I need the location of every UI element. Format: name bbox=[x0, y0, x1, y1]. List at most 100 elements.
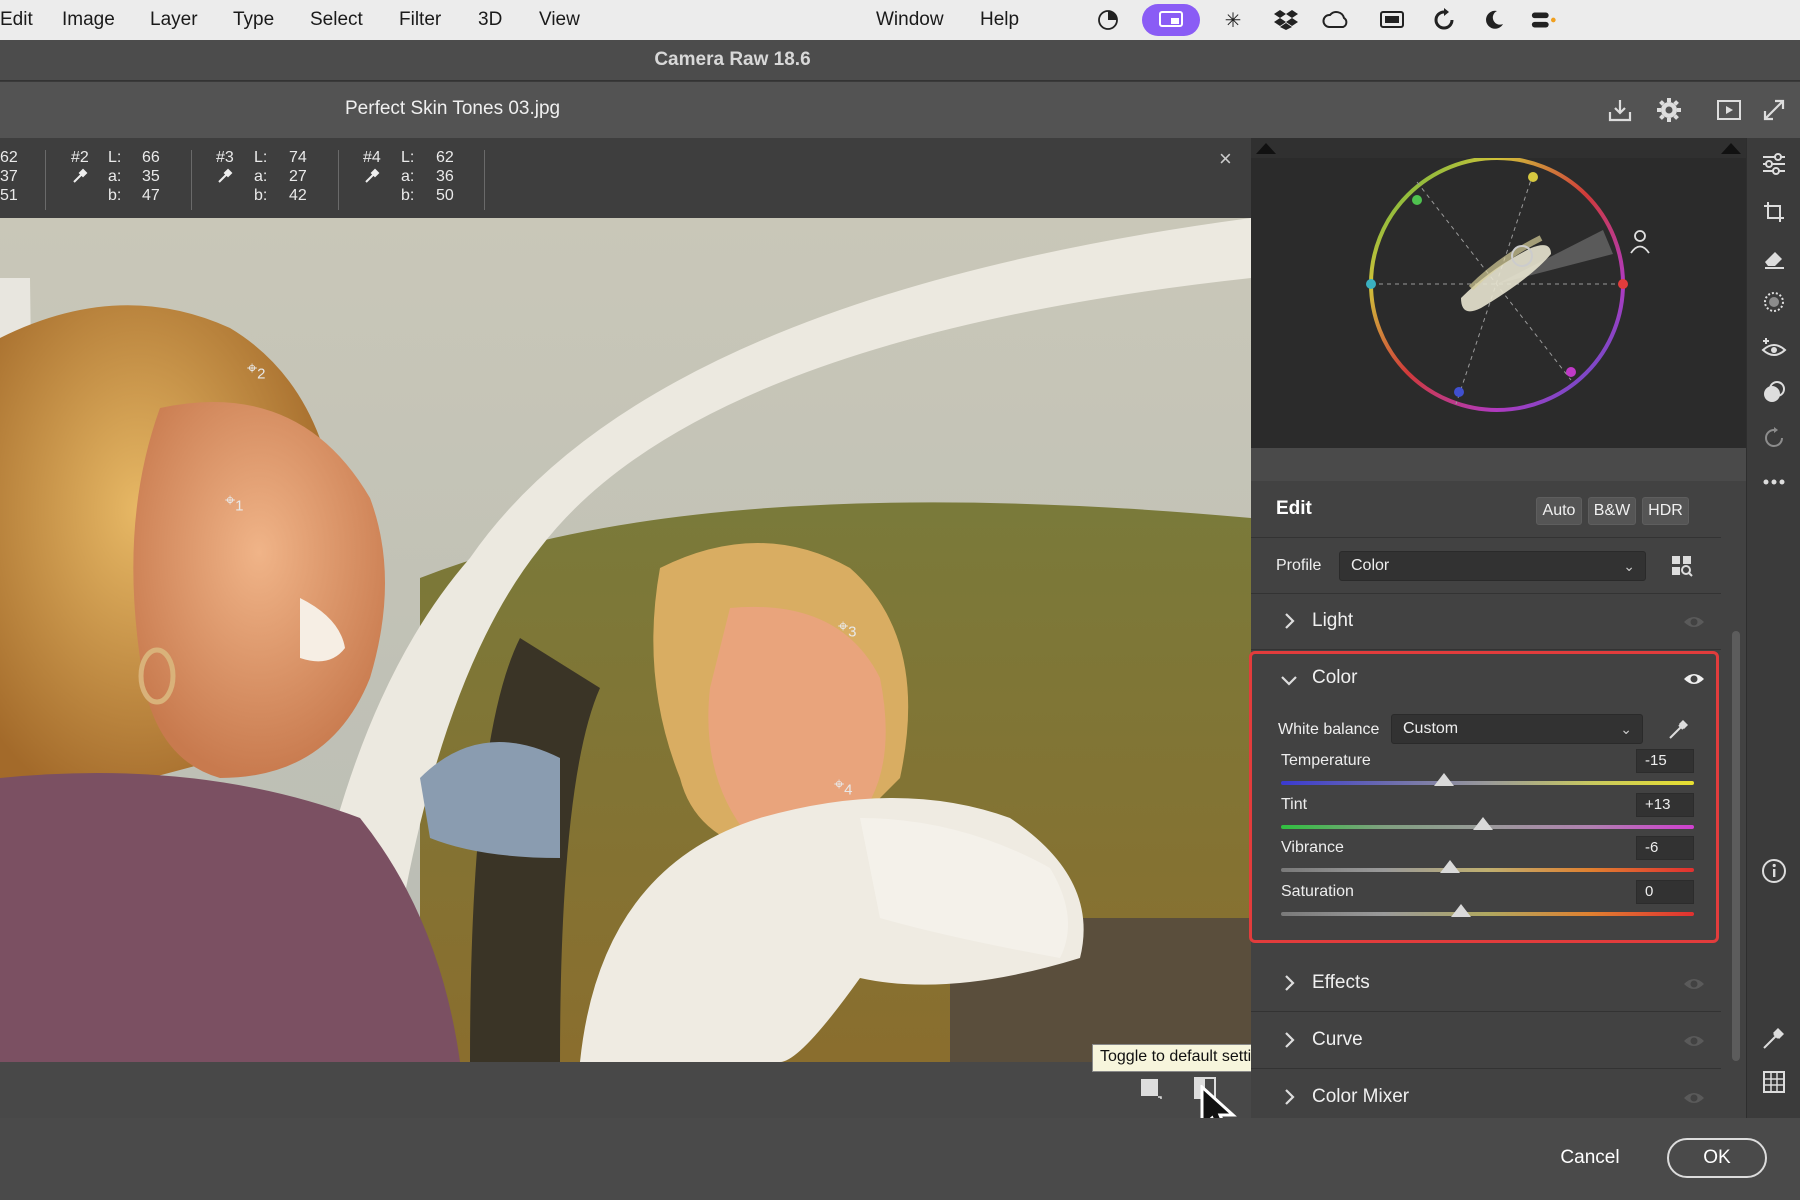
menu-filter[interactable]: Filter bbox=[399, 9, 441, 31]
more-options-icon[interactable] bbox=[1760, 468, 1788, 496]
readout-label: a: bbox=[401, 168, 415, 185]
readout-labels: L: a: b: bbox=[401, 148, 414, 205]
bw-button[interactable]: B&W bbox=[1588, 497, 1636, 525]
menu-type[interactable]: Type bbox=[233, 9, 274, 31]
menu-help[interactable]: Help bbox=[980, 9, 1019, 31]
section-curve[interactable]: Curve bbox=[1251, 1013, 1721, 1069]
eyedropper-icon[interactable] bbox=[71, 167, 89, 190]
slider-track-temperature[interactable] bbox=[1281, 781, 1694, 785]
section-color[interactable]: Color bbox=[1251, 651, 1721, 707]
file-name: Perfect Skin Tones 03.jpg bbox=[345, 98, 561, 119]
fullscreen-icon[interactable] bbox=[1758, 94, 1790, 126]
eyedropper-icon[interactable] bbox=[216, 167, 234, 190]
readout-values: 62 36 50 bbox=[436, 148, 454, 205]
highlight-clipping-icon[interactable] bbox=[1720, 142, 1742, 158]
slider-track-vibrance[interactable] bbox=[1281, 868, 1694, 872]
panel-scrollbar[interactable] bbox=[1732, 631, 1740, 1061]
readout-values: 66 35 47 bbox=[142, 148, 160, 205]
slider-value-temperature[interactable]: -15 bbox=[1636, 749, 1694, 773]
slider-value-tint[interactable]: +13 bbox=[1636, 793, 1694, 817]
readout-label: b: bbox=[254, 187, 268, 204]
slider-track-saturation[interactable] bbox=[1281, 912, 1694, 916]
grid-overlay-icon[interactable] bbox=[1760, 1068, 1788, 1096]
filmstrip-toggle-icon[interactable] bbox=[1713, 94, 1745, 126]
image-preview[interactable]: ⌖2 ⌖1 ⌖3 ⌖4 bbox=[0, 218, 1251, 1062]
visibility-eye-icon[interactable] bbox=[1683, 669, 1705, 689]
sampler-marker-3[interactable]: ⌖3 bbox=[838, 616, 856, 641]
eyedropper-icon[interactable] bbox=[363, 167, 381, 190]
close-readouts-icon[interactable]: × bbox=[1219, 146, 1232, 172]
visibility-eye-icon[interactable] bbox=[1683, 974, 1705, 994]
section-label: Color bbox=[1312, 667, 1358, 688]
visibility-eye-icon[interactable] bbox=[1683, 1031, 1705, 1051]
menu-3d[interactable]: 3D bbox=[478, 9, 502, 31]
section-label: Color Mixer bbox=[1312, 1086, 1410, 1107]
edit-sliders-icon[interactable] bbox=[1760, 150, 1788, 178]
eraser-icon[interactable] bbox=[1760, 244, 1788, 272]
shadow-clipping-icon[interactable] bbox=[1255, 142, 1277, 158]
menu-edit[interactable]: Edit bbox=[0, 9, 33, 31]
sampler-marker-number: 3 bbox=[848, 623, 857, 641]
masking-icon[interactable] bbox=[1760, 288, 1788, 316]
visibility-eye-icon[interactable] bbox=[1683, 1088, 1705, 1108]
control-center-icon[interactable] bbox=[1530, 7, 1558, 33]
cancel-button[interactable]: Cancel bbox=[1540, 1138, 1640, 1178]
crop-icon[interactable] bbox=[1760, 198, 1788, 226]
slider-thumb-vibrance[interactable] bbox=[1440, 860, 1461, 873]
color-sampler-readouts: 62 37 51 #2 L: a: b: 66 35 47 #3 L: a: b… bbox=[0, 138, 1251, 218]
white-balance-eyedropper-icon[interactable] bbox=[1667, 717, 1691, 741]
sampler-readout-2: #2 bbox=[71, 148, 89, 190]
creative-cloud-icon[interactable] bbox=[1322, 7, 1350, 33]
sampler-marker-1[interactable]: ⌖1 bbox=[225, 490, 243, 515]
profile-label: Profile bbox=[1276, 557, 1322, 574]
slider-label-temperature: Temperature bbox=[1281, 752, 1371, 769]
slider-label-vibrance: Vibrance bbox=[1281, 839, 1344, 856]
single-view-icon[interactable] bbox=[1140, 1078, 1162, 1100]
presets-icon[interactable] bbox=[1760, 378, 1788, 406]
hdr-button[interactable]: HDR bbox=[1642, 497, 1689, 525]
sampler-marker-2[interactable]: ⌖2 bbox=[247, 358, 265, 383]
profile-select[interactable]: Color ⌄ bbox=[1339, 551, 1646, 581]
menu-layer[interactable]: Layer bbox=[150, 9, 198, 31]
color-wheel-icon[interactable] bbox=[1094, 7, 1122, 33]
menu-window[interactable]: Window bbox=[876, 9, 944, 31]
menu-view[interactable]: View bbox=[539, 9, 580, 31]
screen-share-icon[interactable] bbox=[1142, 4, 1200, 36]
dropbox-icon[interactable] bbox=[1272, 7, 1300, 33]
red-eye-icon[interactable] bbox=[1760, 334, 1788, 362]
sparkle-icon[interactable]: ✳ bbox=[1219, 7, 1247, 33]
menu-image[interactable]: Image bbox=[62, 9, 115, 31]
slider-thumb-tint[interactable] bbox=[1473, 817, 1494, 830]
scope-footer bbox=[1251, 448, 1746, 481]
visibility-eye-icon[interactable] bbox=[1683, 612, 1705, 632]
slider-thumb-saturation[interactable] bbox=[1451, 904, 1472, 917]
display-icon[interactable] bbox=[1378, 7, 1406, 33]
sampler-readout-partial: 62 37 51 bbox=[0, 148, 18, 205]
slider-value-saturation[interactable]: 0 bbox=[1636, 880, 1694, 904]
sampler-marker-4[interactable]: ⌖4 bbox=[834, 774, 852, 799]
info-icon[interactable] bbox=[1760, 857, 1788, 885]
profile-browser-icon[interactable] bbox=[1671, 555, 1693, 577]
auto-button[interactable]: Auto bbox=[1536, 497, 1582, 525]
section-light[interactable]: Light bbox=[1251, 594, 1721, 650]
dialog-footer: Cancel OK bbox=[0, 1118, 1800, 1200]
menu-bar: Edit Image Layer Type Select Filter 3D V… bbox=[0, 0, 1800, 40]
readout-label: b: bbox=[108, 187, 122, 204]
refresh-icon[interactable] bbox=[1430, 7, 1458, 33]
photo-canvas bbox=[0, 218, 1251, 1062]
white-balance-label: White balance bbox=[1278, 721, 1380, 738]
menu-select[interactable]: Select bbox=[310, 9, 363, 31]
settings-gear-icon[interactable] bbox=[1653, 94, 1685, 126]
white-balance-select[interactable]: Custom ⌄ bbox=[1391, 714, 1643, 744]
save-image-icon[interactable] bbox=[1604, 94, 1636, 126]
slider-thumb-temperature[interactable] bbox=[1434, 773, 1455, 786]
moon-icon[interactable] bbox=[1480, 7, 1508, 33]
preview-controls-bar bbox=[0, 1062, 1251, 1137]
snapshots-icon[interactable] bbox=[1760, 424, 1788, 452]
slider-value-vibrance[interactable]: -6 bbox=[1636, 836, 1694, 860]
white-balance-select-value: Custom bbox=[1403, 720, 1459, 737]
ok-button[interactable]: OK bbox=[1667, 1138, 1767, 1178]
readout-label: a: bbox=[254, 168, 268, 185]
section-effects[interactable]: Effects bbox=[1251, 956, 1721, 1012]
color-sampler-tool-icon[interactable] bbox=[1760, 1024, 1788, 1052]
